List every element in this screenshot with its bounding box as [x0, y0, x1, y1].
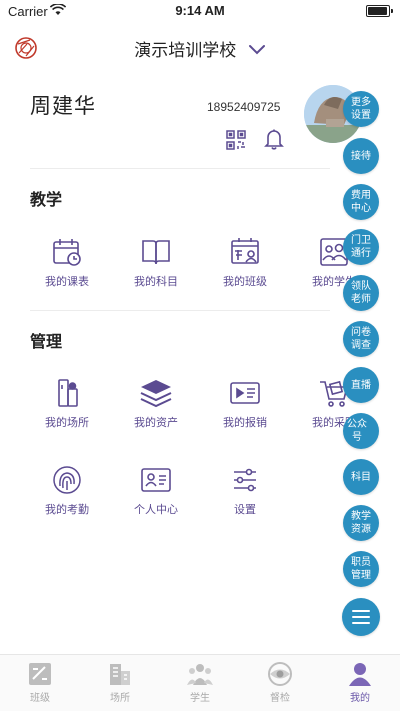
fab-subjects[interactable]: 科目: [343, 459, 379, 495]
fingerprint-icon: [53, 466, 81, 494]
fab-teaching-resources[interactable]: 教学 资源: [343, 505, 379, 541]
fab-reception[interactable]: 接待: [343, 138, 379, 174]
menu-my-subjects[interactable]: 我的科目: [116, 236, 196, 289]
ticket-icon: [230, 382, 260, 404]
menu-label: 个人中心: [134, 503, 178, 516]
id-card-icon: [141, 468, 171, 492]
fab-expense-center[interactable]: 费用 中心: [343, 184, 379, 220]
fab-label: 公众号: [347, 419, 367, 443]
section-title-teaching: 教学: [30, 190, 63, 209]
menu-label: 我的班级: [223, 275, 267, 288]
fab-label: 门卫: [351, 235, 371, 246]
tab-bar: 班级 场所 学生 督检 我的: [0, 654, 400, 711]
divider: [30, 168, 330, 169]
tab-class[interactable]: 班级: [0, 661, 80, 704]
tab-inspection[interactable]: 督检: [240, 661, 320, 704]
fab-label: 老师: [351, 294, 371, 305]
eye-tab-icon: [268, 662, 292, 686]
fab-label: 设置: [351, 110, 371, 121]
fab-label: 调查: [351, 340, 371, 351]
fab-label: 科目: [351, 471, 371, 483]
fab-label: 管理: [351, 570, 371, 581]
menu-label: 我的场所: [45, 416, 89, 429]
fab-label: 职员: [351, 557, 371, 568]
clock: 9:14 AM: [175, 3, 225, 18]
fab-label: 接待: [351, 150, 371, 162]
fab-label: 更多: [351, 97, 371, 108]
tab-label: 督检: [270, 693, 290, 704]
students-tab-icon: [187, 664, 213, 685]
fab-staff-management[interactable]: 职员 管理: [343, 551, 379, 587]
menu-my-schedule[interactable]: 我的课表: [27, 236, 107, 289]
user-phone: 18952409725: [207, 100, 281, 114]
user-name: 周建华: [30, 94, 96, 118]
menu-label: 我的报销: [223, 416, 267, 429]
school-selector[interactable]: 演示培训学校: [0, 36, 400, 61]
tab-label: 班级: [30, 693, 50, 704]
bell-icon[interactable]: [264, 128, 284, 154]
tab-venue[interactable]: 场所: [80, 661, 160, 704]
sliders-icon: [234, 468, 256, 492]
menu-label: 我的科目: [134, 275, 178, 288]
school-name: 演示培训学校: [134, 41, 237, 61]
battery-icon: [366, 5, 393, 17]
tab-label: 我的: [350, 693, 370, 704]
menu-personal-center[interactable]: 个人中心: [116, 464, 196, 517]
tab-students[interactable]: 学生: [160, 661, 240, 704]
tab-label: 学生: [190, 693, 210, 704]
section-title-management: 管理: [30, 332, 63, 351]
fab-official-account[interactable]: 公众号: [343, 413, 379, 449]
venue-icon: [58, 379, 78, 407]
menu-my-reimbursement[interactable]: 我的报销: [205, 377, 285, 430]
fab-label: 教学: [351, 511, 371, 522]
menu-label: 我的课表: [45, 275, 89, 288]
hamburger-icon: [352, 610, 370, 624]
fab-live-stream[interactable]: 直播: [343, 367, 379, 403]
class-board-icon: [231, 238, 259, 264]
layers-icon: [140, 380, 172, 408]
fab-label: 通行: [351, 248, 371, 259]
building-tab-icon: [110, 664, 130, 685]
qr-code-icon[interactable]: [226, 130, 246, 154]
status-bar: Carrier 9:14 AM: [0, 0, 400, 22]
menu-my-class[interactable]: 我的班级: [205, 236, 285, 289]
fab-menu-button[interactable]: [342, 598, 380, 636]
nav-bar: 演示培训学校: [0, 28, 400, 66]
class-tab-icon: [29, 663, 51, 685]
menu-my-venue[interactable]: 我的场所: [27, 377, 107, 430]
menu-label: 我的资产: [134, 416, 178, 429]
fab-label: 问卷: [351, 327, 371, 338]
tab-mine[interactable]: 我的: [320, 661, 400, 704]
menu-my-assets[interactable]: 我的资产: [116, 377, 196, 430]
user-tab-icon: [349, 663, 371, 686]
menu-my-attendance[interactable]: 我的考勤: [27, 464, 107, 517]
fab-label: 中心: [351, 203, 371, 214]
tab-label: 场所: [110, 693, 130, 704]
menu-label: 设置: [234, 503, 256, 516]
fab-more-settings[interactable]: 更多 设置: [343, 91, 379, 127]
fab-label: 资源: [351, 524, 371, 535]
chevron-down-icon: [248, 41, 266, 61]
divider: [30, 310, 330, 311]
fab-label: 直播: [351, 379, 371, 391]
menu-settings[interactable]: 设置: [205, 464, 285, 517]
fab-gate-access[interactable]: 门卫 通行: [343, 229, 379, 265]
fab-label: 领队: [351, 281, 371, 292]
fab-team-leader[interactable]: 领队 老师: [343, 275, 379, 311]
book-icon: [142, 240, 170, 265]
fab-questionnaire[interactable]: 问卷 调查: [343, 321, 379, 357]
menu-label: 我的考勤: [45, 503, 89, 516]
calendar-clock-icon: [53, 239, 81, 266]
fab-label: 费用: [351, 190, 371, 201]
